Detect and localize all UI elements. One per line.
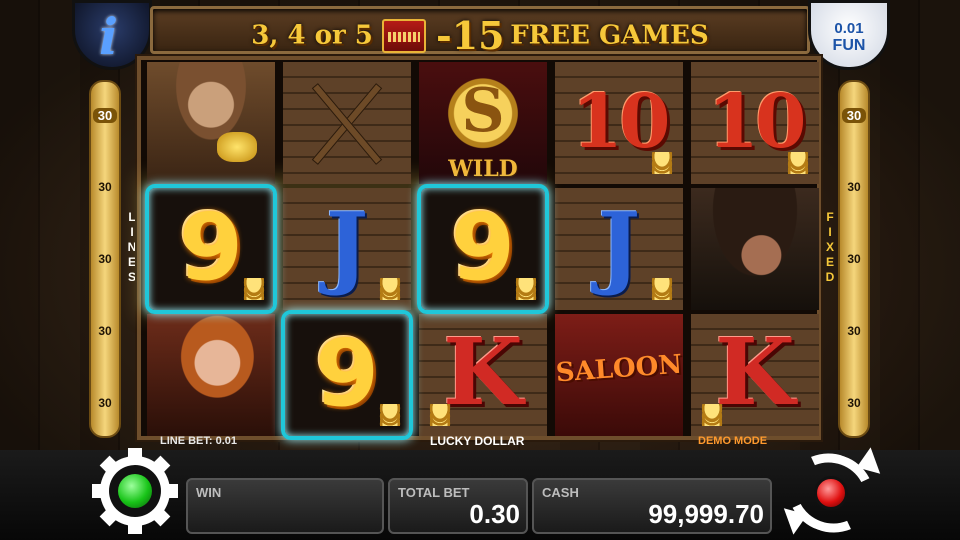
reel-5-row-2 <box>691 188 819 310</box>
red-spin-light-icon <box>814 476 848 510</box>
bandit-symbol <box>691 188 819 310</box>
payline-indicator[interactable]: 30 <box>842 108 866 123</box>
payline-indicator[interactable]: 30 <box>91 252 119 266</box>
coins-icon <box>427 404 453 426</box>
lines-letter: N <box>127 240 137 254</box>
reel-1-row-1 <box>147 62 275 184</box>
settings-autoplay-button[interactable] <box>92 448 178 534</box>
coins-icon <box>649 152 675 174</box>
total-bet-value: 0.30 <box>469 499 520 529</box>
reel-2-row-3: 9 <box>283 314 411 436</box>
win-label: WIN <box>196 485 222 500</box>
free-games-banner: 3, 4 or 5 -15 FREE GAMES <box>150 6 810 58</box>
reel-3-row-3: K <box>419 314 547 436</box>
reel-grid: 9 J 9 S WILD 9 K 10 J SALOON 10 K <box>137 56 821 440</box>
coins-icon <box>699 404 725 426</box>
payline-indicator[interactable]: 30 <box>93 108 117 123</box>
reel-5-row-3: K <box>691 314 819 436</box>
total-bet-meter[interactable]: TOTAL BET 0.30 <box>388 478 528 534</box>
payline-indicator[interactable]: 30 <box>91 180 119 194</box>
payline-indicator[interactable]: 30 <box>840 180 868 194</box>
wild-dollar-letter: S <box>461 76 505 146</box>
payline-indicator[interactable]: 30 <box>91 324 119 338</box>
info-icon: i <box>99 7 118 66</box>
saloon-girl-symbol <box>147 314 275 436</box>
banner-amount: -15 <box>435 13 505 58</box>
cash-value: 99,999.70 <box>648 499 764 529</box>
slot-machine: i 3, 4 or 5 -15 FREE GAMES 0.01 FUN 30 3… <box>0 0 960 540</box>
left-paylines-bar: 30 30 30 30 30 <box>89 80 121 438</box>
cash-label: CASH <box>542 485 579 500</box>
reel-2-row-2: J <box>283 188 411 310</box>
game-name: LUCKY DOLLAR <box>430 434 525 448</box>
prospector-symbol <box>147 62 275 184</box>
reel-5-row-1: 10 <box>691 62 819 184</box>
cash-meter: CASH 99,999.70 <box>532 478 772 534</box>
coins-icon <box>377 404 403 426</box>
reel-3-row-1: S WILD <box>419 62 547 184</box>
reel-4-row-3: SALOON <box>555 314 683 436</box>
wild-word: WILD <box>448 156 518 182</box>
fixed-letter: F <box>826 210 834 224</box>
lines-letter: S <box>127 270 136 284</box>
fixed-letter: E <box>825 255 834 269</box>
green-status-light-icon <box>118 474 152 508</box>
saloon-scatter-icon <box>382 18 427 53</box>
spin-button[interactable] <box>777 441 888 540</box>
saloon-scatter-symbol: SALOON <box>555 314 683 436</box>
coins-icon <box>785 152 811 174</box>
demo-mode-label: DEMO MODE <box>698 435 768 447</box>
banner-prefix: 3, 4 or 5 <box>251 20 373 51</box>
right-paylines-bar: 30 30 30 30 30 <box>838 80 870 438</box>
line-bet-label: LINE BET: 0.01 <box>160 435 238 447</box>
payline-indicator[interactable]: 30 <box>840 252 868 266</box>
payline-indicator[interactable]: 30 <box>840 396 868 410</box>
fixed-letter: D <box>825 270 835 284</box>
reel-4-row-2: J <box>555 188 683 310</box>
denomination-value: 0.01 <box>834 20 864 37</box>
reel-4-row-1: 10 <box>555 62 683 184</box>
fixed-letter: I <box>828 225 832 239</box>
saloon-word: SALOON <box>555 349 683 389</box>
payline-indicator[interactable]: 30 <box>91 396 119 410</box>
win-meter: WIN <box>186 478 384 534</box>
coins-icon <box>649 278 675 300</box>
coins-icon <box>241 278 267 300</box>
pickaxe-shovel-icon <box>311 74 383 174</box>
game-info-strip: LINE BET: 0.01 LUCKY DOLLAR DEMO MODE <box>150 432 810 450</box>
lines-letter: L <box>128 210 136 224</box>
reel-3-row-2: 9 <box>419 188 547 310</box>
fixed-label: F I X E D <box>824 210 836 285</box>
lines-letter: I <box>130 225 134 239</box>
total-bet-label: TOTAL BET <box>398 485 470 500</box>
reel-2-row-1 <box>283 62 411 184</box>
wild-symbol: S WILD <box>419 62 547 184</box>
fixed-letter: X <box>825 240 834 254</box>
coins-icon <box>513 278 539 300</box>
gold-nugget-icon <box>217 132 257 162</box>
play-mode: FUN <box>832 37 866 54</box>
lines-letter: E <box>127 255 136 269</box>
banner-suffix: FREE GAMES <box>510 20 709 51</box>
payline-indicator[interactable]: 30 <box>840 324 868 338</box>
reel-1-row-3 <box>147 314 275 436</box>
coins-icon <box>377 278 403 300</box>
reel-1-row-2: 9 <box>147 188 275 310</box>
